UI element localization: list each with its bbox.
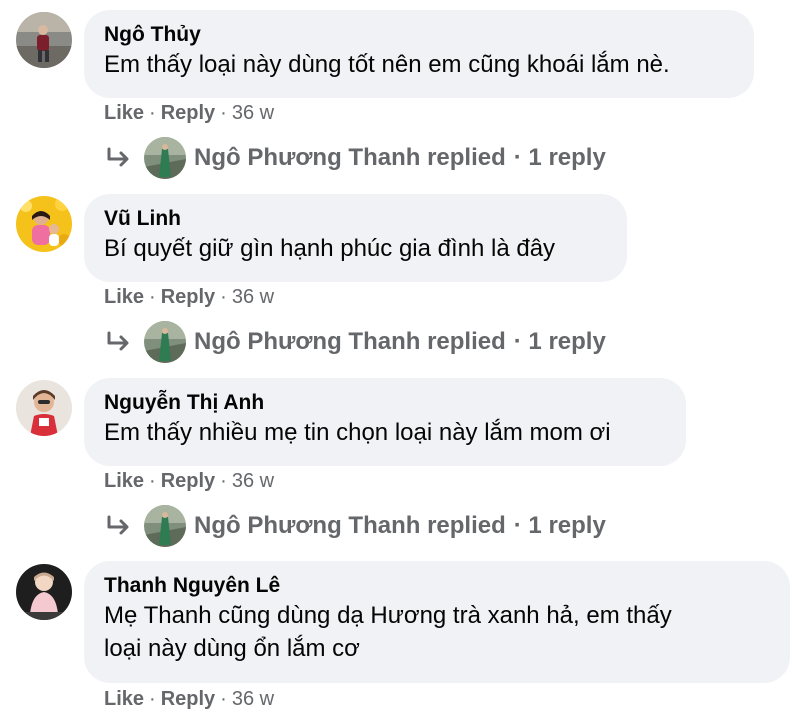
view-replies-link[interactable]: Ngô Phương Thanh replied · 1 reply	[104, 320, 606, 364]
replier-avatar	[144, 505, 186, 547]
like-button[interactable]: Like	[104, 470, 144, 492]
view-replies-link[interactable]: Ngô Phương Thanh replied · 1 reply	[104, 504, 606, 548]
comment-bubble: Vũ Linh Bí quyết giữ gìn hạnh phúc gia đ…	[84, 194, 627, 282]
view-replies-link[interactable]: Ngô Phương Thanh replied · 1 reply	[104, 136, 606, 180]
comment-author[interactable]: Ngô Thủy	[104, 22, 734, 48]
comment-timestamp[interactable]: 36 w	[232, 470, 274, 492]
avatar[interactable]	[16, 380, 72, 436]
replies-label[interactable]: Ngô Phương Thanh replied	[194, 328, 506, 356]
reply-count[interactable]: · 1 reply	[514, 328, 606, 356]
reply-arrow-icon	[107, 515, 129, 535]
comment-text: Em thấy loại này dùng tốt nên em cũng kh…	[104, 51, 670, 78]
comment-bubble: Thanh Nguyên Lê Mẹ Thanh cũng dùng dạ Hư…	[84, 561, 790, 683]
reply-button[interactable]: Reply	[161, 286, 215, 308]
like-button[interactable]: Like	[104, 286, 144, 308]
comment-author[interactable]: Nguyễn Thị Anh	[104, 390, 666, 416]
comment-timestamp[interactable]: 36 w	[232, 688, 274, 710]
like-button[interactable]: Like	[104, 688, 144, 710]
reply-count[interactable]: · 1 reply	[514, 512, 606, 540]
comment-actions: Like · Reply · 36 w	[104, 286, 275, 308]
replies-label[interactable]: Ngô Phương Thanh replied	[194, 512, 506, 540]
comment-text: Mẹ Thanh cũng dùng dạ Hương trà xanh hả,…	[104, 602, 672, 629]
replier-avatar	[144, 137, 186, 179]
replies-label[interactable]: Ngô Phương Thanh replied	[194, 144, 506, 172]
comment-text: Em thấy nhiều mẹ tin chọn loại này lắm m…	[104, 419, 611, 446]
like-button[interactable]: Like	[104, 102, 144, 124]
comment-timestamp[interactable]: 36 w	[232, 286, 274, 308]
reply-count[interactable]: · 1 reply	[514, 144, 606, 172]
comment-bubble: Ngô Thủy Em thấy loại này dùng tốt nên e…	[84, 10, 754, 98]
comment-timestamp[interactable]: 36 w	[232, 102, 274, 124]
replier-avatar	[144, 321, 186, 363]
reply-button[interactable]: Reply	[161, 470, 215, 492]
avatar[interactable]	[16, 12, 72, 68]
avatar[interactable]	[16, 564, 72, 620]
reply-button[interactable]: Reply	[161, 102, 215, 124]
avatar[interactable]	[16, 196, 72, 252]
comment-bubble: Nguyễn Thị Anh Em thấy nhiều mẹ tin chọn…	[84, 378, 686, 466]
comment-actions: Like · Reply · 36 w	[104, 102, 275, 124]
reply-button[interactable]: Reply	[161, 688, 215, 710]
reply-arrow-icon	[107, 331, 129, 351]
comment-author[interactable]: Thanh Nguyên Lê	[104, 573, 770, 599]
comment-author[interactable]: Vũ Linh	[104, 206, 607, 232]
comment-actions: Like · Reply · 36 w	[104, 688, 275, 710]
comment-actions: Like · Reply · 36 w	[104, 470, 275, 492]
comment-text: Bí quyết giữ gìn hạnh phúc gia đình là đ…	[104, 235, 556, 262]
comment-text: loại này dùng ổn lắm cơ	[104, 635, 360, 662]
reply-arrow-icon	[107, 147, 129, 167]
